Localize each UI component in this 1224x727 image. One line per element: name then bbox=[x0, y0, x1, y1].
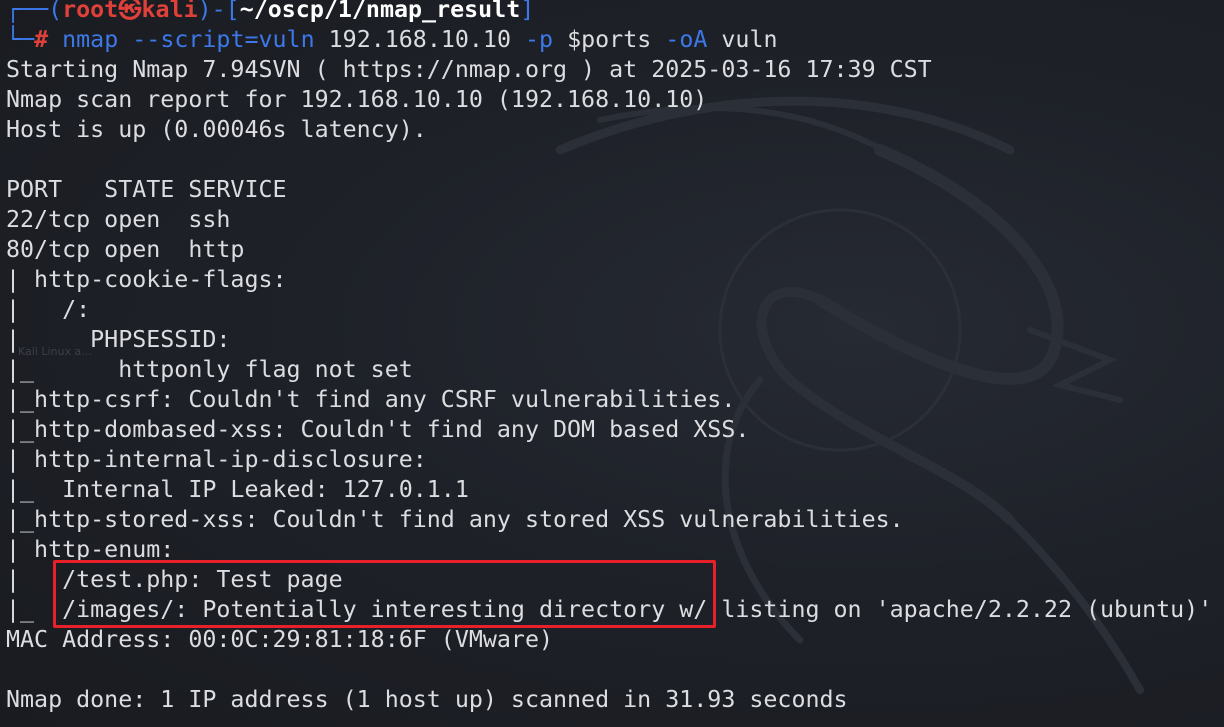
prompt-corner: └─ bbox=[6, 26, 35, 53]
prompt-path: ~/oscp/1/nmap_result bbox=[239, 0, 521, 23]
command-script-arg: --script=vuln bbox=[132, 26, 315, 53]
command-ports-var: $ports bbox=[567, 26, 652, 53]
output-line: 22/tcp open ssh bbox=[6, 206, 231, 233]
prompt-hash: # bbox=[34, 26, 49, 53]
output-line: | /: bbox=[6, 296, 105, 323]
output-line: PORT STATE SERVICE bbox=[6, 176, 287, 203]
output-line: |_http-dombased-xss: Couldn't find any D… bbox=[6, 416, 750, 443]
output-line-mac: MAC Address: 00:0C:29:81:18:6F (VMware) bbox=[6, 626, 554, 653]
output-line: Starting Nmap 7.94SVN ( https://nmap.org… bbox=[6, 56, 932, 83]
output-line: | http-internal-ip-disclosure: bbox=[6, 446, 441, 473]
prompt-line-1: ┌──(root㉿kali)-[~/oscp/1/nmap_result] bbox=[6, 0, 534, 25]
output-line: Host is up (0.00046s latency). bbox=[6, 116, 427, 143]
skull-icon: ㉿ bbox=[118, 0, 142, 23]
output-line-done: Nmap done: 1 IP address (1 host up) scan… bbox=[6, 686, 848, 713]
output-line-images-dir: |_ /images/: Potentially interesting dir… bbox=[6, 596, 1213, 623]
output-line: |_http-stored-xss: Couldn't find any sto… bbox=[6, 506, 904, 533]
prompt-open: ┌──( bbox=[6, 0, 63, 23]
output-line: |_http-csrf: Couldn't find any CSRF vuln… bbox=[6, 386, 736, 413]
command-line[interactable]: └─# nmap --script=vuln 192.168.10.10 -p … bbox=[6, 25, 778, 55]
output-line: |_ httponly flag not set bbox=[6, 356, 413, 383]
prompt-user: root bbox=[62, 0, 119, 23]
output-line-test-php: | /test.php: Test page bbox=[6, 566, 343, 593]
command-program: nmap bbox=[62, 26, 119, 53]
prompt-host: kali bbox=[141, 0, 198, 23]
output-line: 80/tcp open http bbox=[6, 236, 245, 263]
prompt-close: ] bbox=[520, 0, 535, 23]
output-line: Nmap scan report for 192.168.10.10 (192.… bbox=[6, 86, 708, 113]
output-line: | http-enum: bbox=[6, 536, 189, 563]
command-port-flag: -p bbox=[525, 26, 554, 53]
command-target: 192.168.10.10 bbox=[328, 26, 511, 53]
output-line: | http-cookie-flags: bbox=[6, 266, 301, 293]
command-outfile: vuln bbox=[721, 26, 778, 53]
prompt-mid: )-[ bbox=[197, 0, 240, 23]
command-output-flag: -oA bbox=[665, 26, 708, 53]
output-line: |_ Internal IP Leaked: 127.0.1.1 bbox=[6, 476, 469, 503]
terminal-window[interactable]: Kali Linux a... ┌──(root㉿kali)-[~/oscp/1… bbox=[0, 0, 1224, 727]
output-line: | PHPSESSID: bbox=[6, 326, 245, 353]
